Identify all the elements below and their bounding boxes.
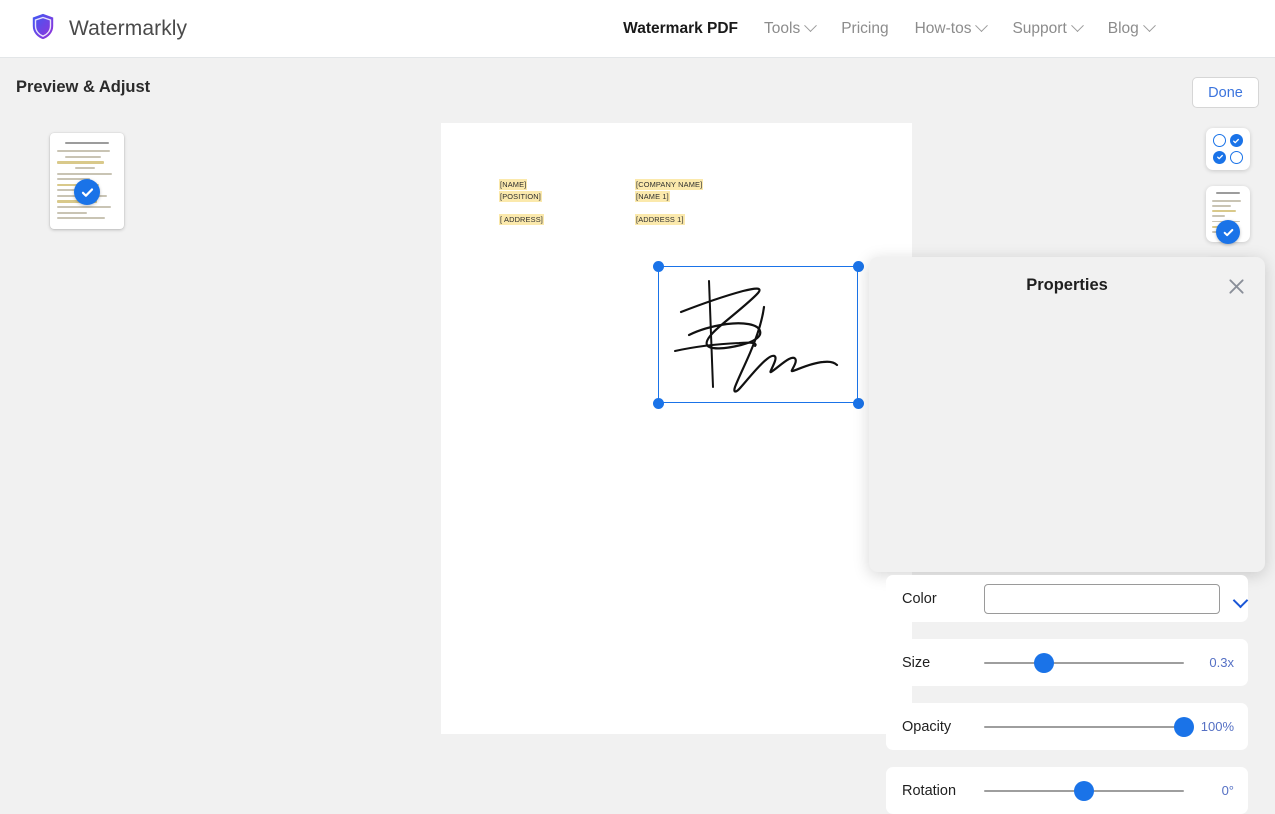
- rotation-value: 0°: [1221, 783, 1234, 798]
- close-icon[interactable]: [1224, 274, 1248, 298]
- opacity-slider[interactable]: [984, 716, 1194, 737]
- rotation-label: Rotation: [902, 782, 957, 799]
- opacity-value: 100%: [1200, 719, 1234, 734]
- resize-handle-top-left[interactable]: [652, 260, 664, 272]
- brand-name: Watermarkly: [69, 16, 188, 40]
- chevron-down-icon: [1142, 19, 1156, 33]
- document-thumbnail[interactable]: [50, 133, 132, 237]
- nav-item-support[interactable]: Support: [1012, 19, 1084, 38]
- nav-label: Tools: [764, 19, 801, 37]
- shield-icon: [30, 11, 56, 46]
- property-row-rotation: Rotation 0°: [886, 767, 1248, 814]
- nav-label: Pricing: [841, 19, 889, 37]
- properties-panel: Properties Color Size 0.3x Opacity 100% …: [869, 257, 1265, 814]
- properties-title: Properties: [1026, 276, 1108, 294]
- resize-handle-bottom-left[interactable]: [652, 397, 664, 409]
- chevron-down-icon: [975, 19, 989, 33]
- opacity-label: Opacity: [902, 718, 952, 735]
- resize-handle-top-right[interactable]: [852, 260, 864, 272]
- thumbnail-page-1[interactable]: [50, 133, 132, 237]
- property-row-color: Color: [886, 575, 1248, 622]
- check-circle-icon: [74, 179, 100, 205]
- property-row-opacity: Opacity 100%: [886, 703, 1248, 750]
- color-label: Color: [902, 590, 937, 607]
- doc-field-name: [NAME]: [499, 179, 528, 191]
- chevron-down-icon: [804, 19, 818, 33]
- size-slider-thumb[interactable]: [1034, 652, 1054, 673]
- nav-label: How-tos: [914, 19, 972, 37]
- size-label: Size: [902, 654, 931, 671]
- opacity-slider-track: [984, 725, 1184, 728]
- doc-field-name-1: [NAME 1]: [635, 191, 670, 203]
- size-slider[interactable]: [984, 652, 1184, 673]
- doc-field-position: [POSITION]: [499, 191, 542, 203]
- signature-watermark-selection[interactable]: [652, 260, 864, 409]
- size-value: 0.3x: [1209, 655, 1234, 670]
- nav-item-tools[interactable]: Tools: [764, 19, 818, 38]
- nav-item-pricing[interactable]: Pricing: [841, 20, 888, 38]
- size-slider-track: [984, 661, 1184, 664]
- signature-image: [674, 280, 839, 393]
- top-navigation-bar: Watermarkly Watermark PDF Tools Pricing …: [0, 0, 1275, 58]
- select-pages-button[interactable]: [1206, 128, 1250, 170]
- resize-handle-bottom-right[interactable]: [852, 397, 864, 409]
- circles-grid-icon: [1213, 134, 1243, 164]
- property-row-size: Size 0.3x: [886, 639, 1248, 686]
- opacity-slider-thumb[interactable]: [1174, 716, 1194, 737]
- nav-label: Watermark PDF: [623, 19, 739, 37]
- done-button[interactable]: Done: [1192, 77, 1259, 108]
- nav-item-blog[interactable]: Blog: [1107, 19, 1156, 38]
- chevron-down-icon: [1070, 19, 1084, 33]
- page-preview-button[interactable]: [1206, 186, 1250, 244]
- doc-field-address: [ ADDRESS]: [499, 214, 544, 226]
- chevron-down-icon[interactable]: [1234, 595, 1248, 603]
- nav-item-watermark-pdf[interactable]: Watermark PDF: [623, 20, 738, 38]
- doc-field-address-1: [ADDRESS 1]: [635, 214, 685, 226]
- color-swatch-input[interactable]: [984, 583, 1221, 614]
- thumbnail-rail: [0, 118, 180, 744]
- check-circle-icon: [1216, 220, 1240, 244]
- rotation-slider[interactable]: [984, 780, 1184, 801]
- nav-label: Blog: [1107, 19, 1139, 37]
- page-title: Preview & Adjust: [16, 78, 151, 96]
- document-preview-page[interactable]: [NAME] [POSITION] [ ADDRESS] [COMPANY NA…: [441, 123, 912, 734]
- main-nav: Watermark PDF Tools Pricing How-tos Supp…: [623, 19, 1156, 38]
- brand-logo[interactable]: Watermarkly: [30, 11, 188, 46]
- nav-label: Support: [1012, 19, 1067, 37]
- rotation-slider-thumb[interactable]: [1074, 780, 1094, 801]
- nav-item-how-tos[interactable]: How-tos: [914, 19, 989, 38]
- sub-header: Preview & Adjust: [0, 58, 1275, 118]
- doc-field-company-name: [COMPANY NAME]: [635, 179, 704, 191]
